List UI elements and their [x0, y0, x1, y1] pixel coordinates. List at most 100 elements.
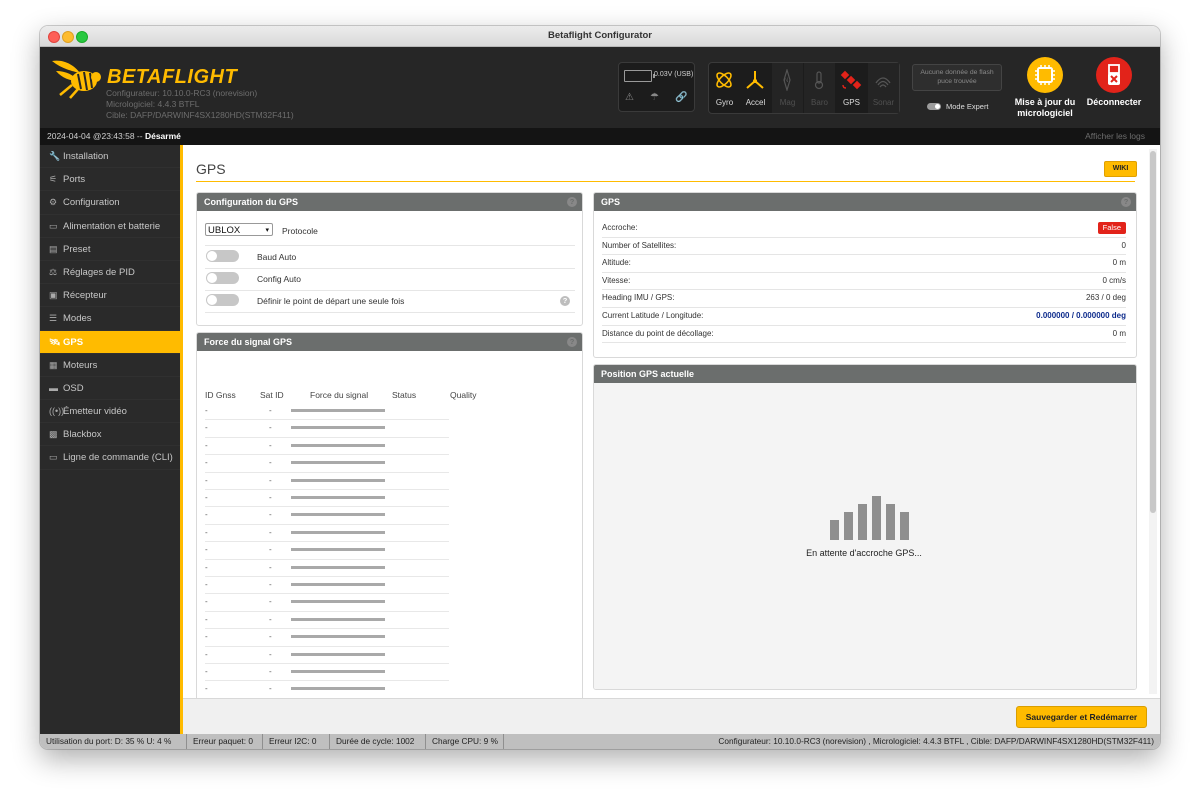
- blackbox-icon: ▩: [49, 429, 58, 440]
- sensor-status: Gyro Accel N Mag Baro GPS Sonar: [708, 62, 900, 114]
- preset-icon: ▤: [49, 243, 58, 254]
- sat-id-cell: -: [269, 632, 272, 642]
- sidebar-item-vtx[interactable]: ((•)) Émetteur vidéo: [40, 400, 180, 424]
- sidebar-item-modes[interactable]: ☰ Modes: [40, 307, 180, 331]
- sidebar-item-osd[interactable]: ▬ OSD: [40, 377, 180, 401]
- sensor-sonar: Sonar: [868, 63, 899, 113]
- sidebar-item-ports[interactable]: ⚟ Ports: [40, 168, 180, 192]
- disconnect-button[interactable]: Déconnecter: [1074, 57, 1154, 108]
- gnss-id-cell: -: [205, 423, 208, 433]
- gps-label: Number of Satellites:: [602, 240, 677, 250]
- version-info: Configurateur: 10.10.0-RC3 (norevision) …: [106, 88, 294, 121]
- gps-position-header: Position GPS actuelle: [594, 365, 1136, 383]
- svg-text:N: N: [784, 78, 788, 84]
- gps-config-header: Configuration du GPS ?: [197, 193, 582, 211]
- thermometer-icon: [814, 71, 824, 90]
- content-footer: Sauvegarder et Redémarrer: [183, 698, 1160, 735]
- sidebar-item-receiver[interactable]: ▣ Récepteur: [40, 284, 180, 308]
- gnss-id-cell: -: [205, 649, 208, 659]
- link-icon: 🔗: [675, 92, 688, 103]
- sidebar-item-blackbox[interactable]: ▩ Blackbox: [40, 423, 180, 447]
- expert-mode-switch[interactable]: [927, 103, 941, 110]
- sidebar-item-preset[interactable]: ▤ Preset: [40, 238, 180, 261]
- sat-id-cell: -: [269, 614, 272, 624]
- signal-strength-bar: [291, 652, 385, 656]
- expert-mode-toggle[interactable]: Mode Expert: [927, 102, 989, 111]
- sat-id-cell: -: [269, 562, 272, 572]
- home-point-switch[interactable]: [206, 294, 239, 306]
- table-row: --: [205, 506, 449, 525]
- sidebar-item-gps[interactable]: 🛰 GPS: [40, 330, 180, 354]
- gps-info-row: Number of Satellites: 0: [602, 237, 1126, 256]
- help-icon[interactable]: ?: [567, 337, 577, 347]
- col-quality: Quality: [450, 390, 477, 400]
- i2c-error: Erreur I2C: 0: [263, 734, 330, 749]
- gps-info-row: Heading IMU / GPS: 263 / 0 deg: [602, 289, 1126, 308]
- battery-voltage: 0.03V (USB): [654, 71, 694, 78]
- content-scrollbar[interactable]: [1149, 149, 1157, 694]
- signal-strength-bar: [291, 478, 385, 482]
- minimize-window-button[interactable]: [62, 31, 74, 43]
- table-row: --: [205, 593, 449, 612]
- col-signal-strength: Force du signal: [310, 390, 369, 400]
- receiver-icon: ▣: [49, 290, 58, 301]
- chip-icon: [1027, 57, 1063, 93]
- gnss-id-cell: -: [205, 440, 208, 450]
- signal-strength-bar: [291, 461, 385, 465]
- sensor-mag: N Mag: [772, 63, 803, 113]
- signal-strength-header: Force du signal GPS ?: [197, 333, 582, 351]
- signal-strength-bar: [291, 548, 385, 552]
- gnss-id-cell: -: [205, 406, 208, 415]
- zoom-window-button[interactable]: [76, 31, 88, 43]
- signal-strength-bar: [291, 583, 385, 586]
- close-window-button[interactable]: [48, 31, 60, 43]
- title-divider: [196, 181, 1135, 182]
- gnss-id-cell: -: [205, 580, 208, 589]
- gnss-id-cell: -: [205, 545, 208, 555]
- gps-value: 0: [1121, 240, 1126, 250]
- help-icon[interactable]: ?: [560, 296, 570, 306]
- scrollbar-thumb[interactable]: [1150, 151, 1156, 513]
- sidebar-item-installation[interactable]: 🔧 Installation: [40, 145, 180, 169]
- show-logs-link[interactable]: Afficher les logs: [1085, 128, 1145, 145]
- gnss-id-cell: -: [205, 632, 208, 642]
- sat-id-cell: -: [269, 458, 272, 468]
- help-icon[interactable]: ?: [1121, 197, 1131, 207]
- sat-id-cell: -: [269, 684, 272, 694]
- sidebar-item-pid[interactable]: ⚖ Réglages de PID: [40, 261, 180, 285]
- sidebar-item-power[interactable]: ▭ Alimentation et batterie: [40, 215, 180, 238]
- table-row: --: [205, 489, 449, 508]
- signal-strength-bar: [291, 409, 385, 412]
- gnss-id-cell: -: [205, 510, 208, 520]
- sidebar-item-motors[interactable]: ▦ Moteurs: [40, 354, 180, 377]
- baud-auto-switch[interactable]: [206, 250, 239, 262]
- gps-info-row: Accroche: False: [602, 219, 1126, 238]
- table-row: --: [205, 419, 449, 438]
- firmware-update-button[interactable]: Mise à jour du micrologiciel: [1005, 57, 1085, 119]
- gnss-id-cell: -: [205, 667, 208, 676]
- sat-id-cell: -: [269, 440, 272, 450]
- sidebar-item-cli[interactable]: ▭ Ligne de commande (CLI): [40, 446, 180, 470]
- gnss-id-cell: -: [205, 458, 208, 468]
- save-reboot-button[interactable]: Sauvegarder et Redémarrer: [1016, 706, 1147, 728]
- help-icon[interactable]: ?: [567, 197, 577, 207]
- sidebar-item-configuration[interactable]: ⚙ Configuration: [40, 191, 180, 215]
- gyro-icon: [716, 72, 732, 88]
- gps-label: Altitude:: [602, 258, 631, 268]
- config-auto-switch[interactable]: [206, 272, 239, 284]
- gnss-id-cell: -: [205, 493, 208, 502]
- motor-icon: ▦: [49, 359, 58, 370]
- firmware-version: Micrologiciel: 4.4.3 BTFL: [106, 99, 200, 109]
- cpu-load: Charge CPU: 9 %: [426, 734, 504, 749]
- gps-label: Heading IMU / GPS:: [602, 293, 675, 303]
- sat-id-cell: -: [269, 493, 272, 502]
- table-row: --: [205, 402, 449, 421]
- wiki-button[interactable]: WIKI: [1104, 161, 1137, 177]
- loading-bars-icon: [830, 496, 910, 540]
- table-row: --: [205, 472, 449, 490]
- protocol-select[interactable]: UBLOX ▾: [205, 223, 273, 236]
- sensor-gps: GPS: [836, 63, 867, 113]
- satellite-icon: 🛰: [49, 336, 61, 347]
- satellite-icon: [840, 70, 862, 90]
- gps-label: Current Latitude / Longitude:: [602, 311, 704, 320]
